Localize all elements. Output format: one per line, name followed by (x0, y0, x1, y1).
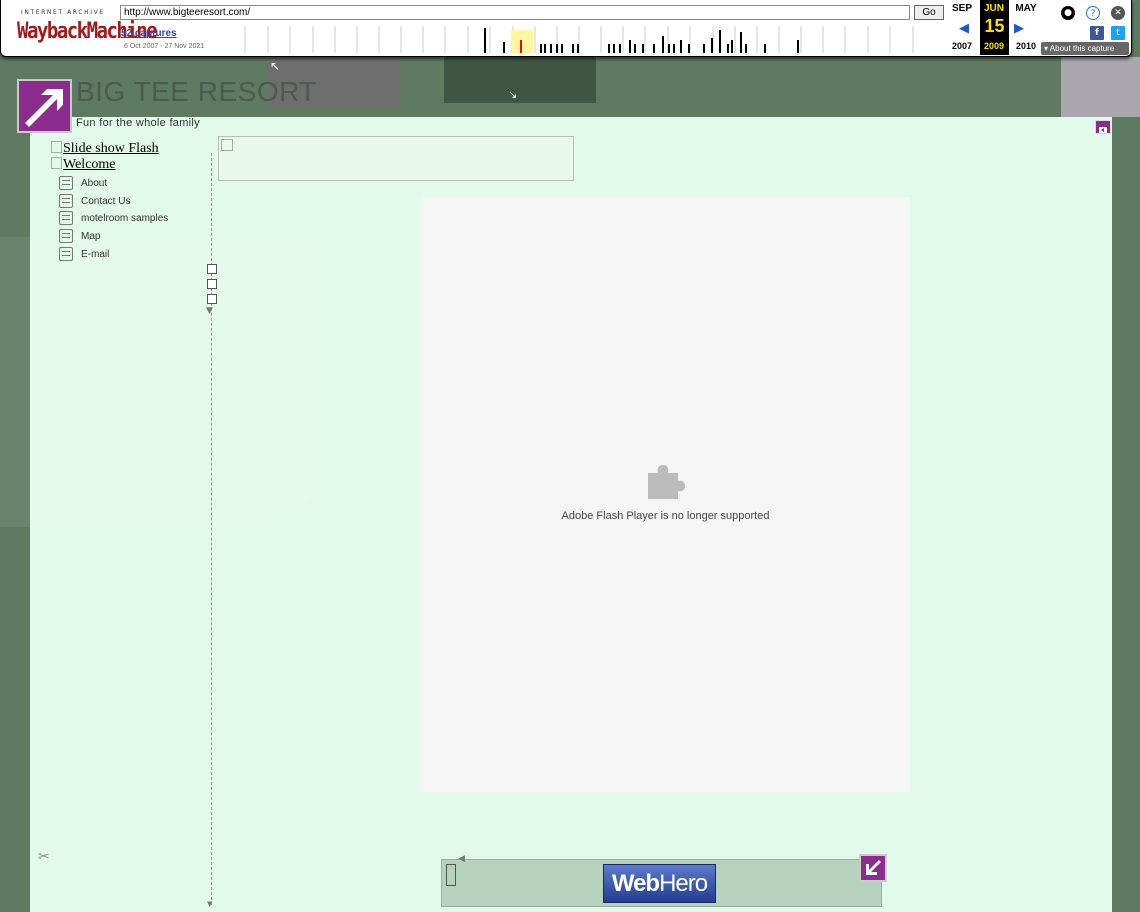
slideshow-flash-link[interactable]: Slide show Flash (51, 141, 159, 157)
help-icon[interactable]: ? (1086, 6, 1100, 20)
url-input[interactable]: http://www.bigteeresort.com/ (120, 5, 910, 20)
close-icon[interactable]: ✕ (1111, 6, 1125, 20)
site-title: BIG TEE RESORT (76, 76, 317, 107)
broken-image-icon (51, 157, 62, 169)
document-icon (59, 194, 73, 208)
welcome-link[interactable]: Welcome (51, 157, 116, 173)
footer-left-arrow-icon[interactable]: ◀ (458, 854, 465, 864)
scissors-icon[interactable]: ✂ (38, 849, 50, 865)
corner-expand-button[interactable] (859, 854, 887, 882)
about-capture-button[interactable]: ▾ About this capture (1041, 42, 1129, 55)
header-tab-block-dark (444, 57, 596, 103)
document-icon (59, 229, 73, 243)
go-button[interactable]: Go (914, 5, 944, 20)
document-icon (59, 176, 73, 190)
footer-menu-icon[interactable] (446, 864, 456, 886)
prev-year[interactable]: 2007 (945, 41, 979, 51)
twitter-icon[interactable]: t (1111, 26, 1125, 40)
prev-capture-arrow-icon[interactable]: ◀ (959, 21, 969, 36)
broken-image-icon (221, 139, 233, 151)
scroll-down-icon[interactable]: ▼ (206, 306, 213, 316)
tab-arrow-up-left-icon[interactable]: ↖ (270, 59, 280, 73)
webhero-logo[interactable]: WebHero (603, 864, 716, 903)
captures-link[interactable]: 52 captures (121, 28, 177, 39)
scroll-down-bottom-icon[interactable]: ▼ (207, 900, 212, 908)
nav-item-email[interactable]: E-mail (59, 246, 109, 262)
next-year[interactable]: 2010 (1009, 41, 1043, 51)
site-logo[interactable] (17, 79, 72, 133)
current-month: JUN (983, 3, 1004, 14)
current-year: 2009 (983, 41, 1005, 51)
keyboard-watermark (0, 237, 330, 527)
prev-month[interactable]: SEP (945, 3, 979, 14)
document-icon (59, 211, 73, 225)
capture-date-range: 6 Oct 2007 - 27 Nov 2021 (124, 43, 205, 50)
capture-sparkline[interactable] (223, 26, 943, 53)
nav-item-motelroom-samples[interactable]: motelroom samples (59, 210, 168, 226)
next-capture-arrow-icon[interactable]: ▶ (1014, 21, 1024, 36)
internet-archive-label: INTERNET ARCHIVE (21, 9, 105, 16)
facebook-icon[interactable]: f (1090, 26, 1104, 40)
flash-unsupported-message: Adobe Flash Player is no longer supporte… (561, 510, 770, 522)
wayback-toolbar: INTERNET ARCHIVE WaybackMachine http://w… (0, 0, 1132, 57)
nav-item-contact-us[interactable]: Contact Us (59, 193, 130, 209)
nav-item-about[interactable]: About (59, 175, 107, 191)
arrow-up-right-icon (25, 89, 63, 127)
plugin-puzzle-icon (648, 465, 685, 499)
user-icon[interactable]: ● (1061, 6, 1075, 20)
resize-icon[interactable] (207, 264, 217, 274)
banner-image-placeholder (218, 136, 574, 181)
right-toolbar (1112, 117, 1140, 912)
next-month[interactable]: MAY (1009, 3, 1043, 14)
grid-icon[interactable] (207, 279, 217, 289)
document-icon (59, 247, 73, 261)
collapse-button[interactable] (1095, 120, 1111, 134)
broken-image-icon (51, 141, 62, 153)
collapse-icon (1099, 127, 1107, 133)
arrow-down-left-icon (866, 860, 881, 875)
current-day: 15 (984, 16, 1005, 36)
tab-arrow-down-right-icon[interactable]: ↘ (508, 88, 517, 101)
columns-icon[interactable] (207, 294, 217, 304)
nav-item-map[interactable]: Map (59, 228, 100, 244)
site-subtitle: Fun for the whole family (76, 117, 200, 129)
